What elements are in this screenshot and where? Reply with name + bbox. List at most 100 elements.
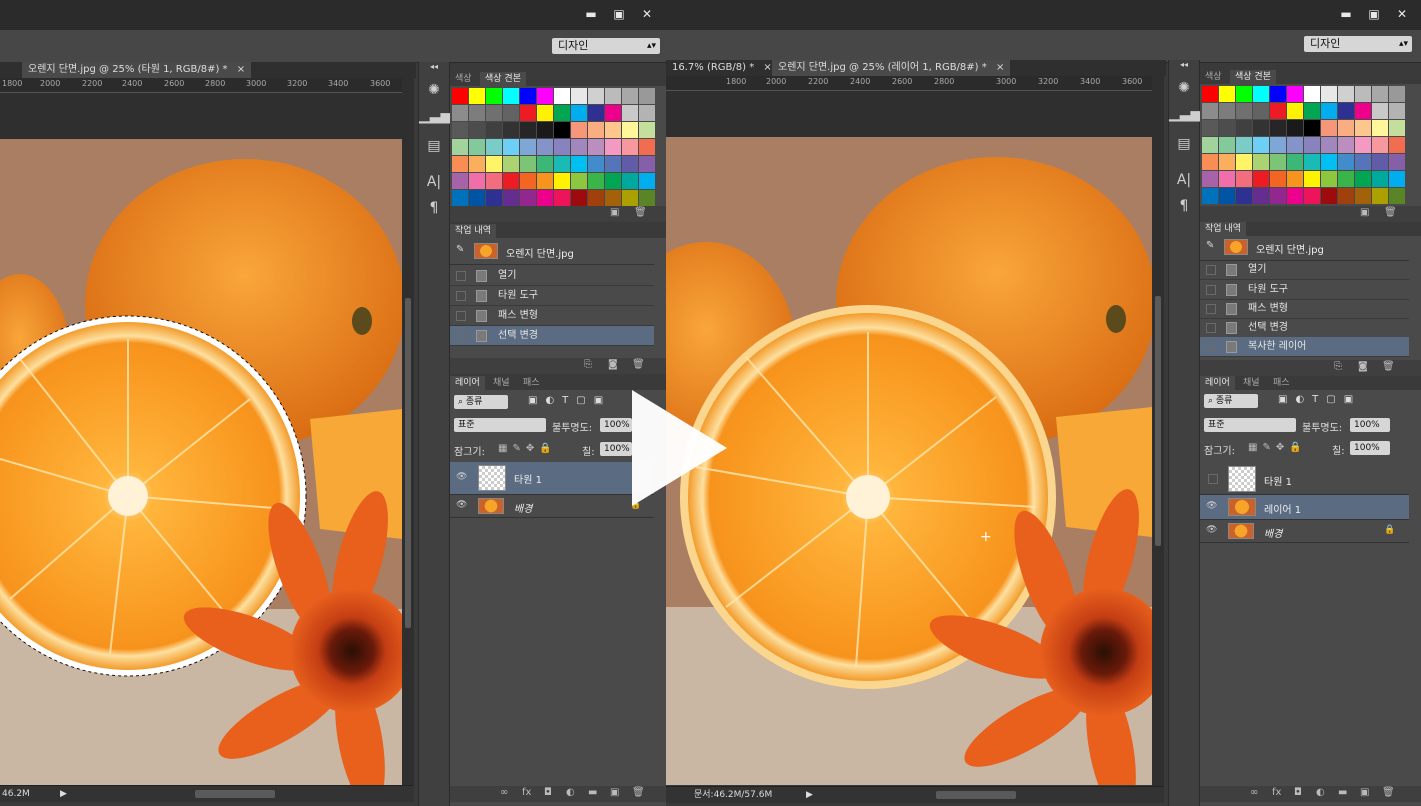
adjust-icon[interactable]: ✺ [419, 82, 449, 98]
color-swatch[interactable] [622, 173, 638, 189]
blend-mode-select[interactable]: 표준 [1204, 418, 1296, 432]
color-swatch[interactable] [469, 190, 485, 206]
history-item-selected[interactable]: 선택 변경 [450, 326, 654, 346]
play-arrow-icon[interactable]: ▶ [806, 787, 813, 803]
color-swatch[interactable] [1202, 103, 1218, 119]
color-swatch[interactable] [1389, 188, 1405, 204]
color-swatch[interactable] [469, 105, 485, 121]
history-snapshot[interactable]: ✎ 오렌지 단면.jpg [450, 240, 654, 265]
close-tab-icon[interactable]: × [763, 62, 771, 73]
color-swatch[interactable] [537, 122, 553, 138]
color-swatch[interactable] [452, 122, 468, 138]
color-swatch[interactable] [469, 173, 485, 189]
tab-history[interactable]: 작업 내역 [450, 224, 496, 238]
color-swatch[interactable] [588, 173, 604, 189]
color-swatch[interactable] [1202, 154, 1218, 170]
color-swatch[interactable] [520, 173, 536, 189]
color-swatch[interactable] [469, 156, 485, 172]
new-layer-icon[interactable]: ▣ [610, 787, 619, 798]
histogram-icon[interactable]: ▁▃▅ [1169, 106, 1201, 122]
tab-swatches[interactable]: 색상 견본 [1230, 70, 1276, 84]
color-swatch[interactable] [588, 122, 604, 138]
color-swatch[interactable] [1389, 120, 1405, 136]
adjustment-icon[interactable]: ◐ [566, 787, 575, 798]
color-swatch[interactable] [622, 122, 638, 138]
vertical-scrollbar[interactable] [402, 78, 414, 786]
layer-row[interactable]: 👁 배경 🔒 [450, 495, 654, 518]
restore-button[interactable]: ▣ [1363, 6, 1385, 22]
color-swatch[interactable] [520, 156, 536, 172]
color-swatch[interactable] [554, 173, 570, 189]
new-swatch-icon[interactable]: ▣ [1360, 207, 1369, 218]
color-swatch[interactable] [1389, 154, 1405, 170]
color-swatch[interactable] [1287, 171, 1303, 187]
color-swatch[interactable] [452, 173, 468, 189]
color-swatch[interactable] [1253, 120, 1269, 136]
color-swatch[interactable] [605, 156, 621, 172]
scroll-thumb[interactable] [1155, 296, 1161, 546]
fill-input[interactable]: 100% [600, 442, 632, 456]
layer-name[interactable]: 배경 [1264, 525, 1282, 540]
color-swatch[interactable] [1355, 86, 1371, 102]
adjustment-icon[interactable]: ◐ [1316, 787, 1325, 798]
scroll-thumb-horizontal[interactable] [936, 791, 1016, 799]
layer-row[interactable]: 👁 배경 🔒 [1200, 520, 1409, 543]
layer-row[interactable]: 👁 타원 1 [450, 462, 654, 495]
color-swatch[interactable] [1372, 86, 1388, 102]
color-swatch[interactable] [1389, 137, 1405, 153]
opacity-input[interactable]: 100% [1350, 418, 1390, 432]
color-swatch[interactable] [1287, 120, 1303, 136]
color-swatch[interactable] [503, 88, 519, 104]
color-swatch[interactable] [605, 139, 621, 155]
color-swatch[interactable] [1355, 171, 1371, 187]
color-swatch[interactable] [622, 156, 638, 172]
color-swatch[interactable] [605, 190, 621, 206]
folder-icon[interactable]: ▬ [1338, 787, 1347, 798]
close-button[interactable]: ✕ [636, 6, 658, 22]
color-swatch[interactable] [1253, 103, 1269, 119]
color-swatch[interactable] [537, 88, 553, 104]
color-swatch[interactable] [1219, 103, 1235, 119]
color-swatch[interactable] [1355, 120, 1371, 136]
expand-icon[interactable]: ◂◂ [419, 62, 449, 71]
color-swatch[interactable] [1304, 120, 1320, 136]
minimize-button[interactable]: ▬ [580, 6, 602, 22]
color-swatch[interactable] [639, 122, 655, 138]
history-item[interactable]: 타원 도구 [450, 286, 654, 306]
new-layer-icon[interactable]: ▣ [1360, 787, 1369, 798]
color-swatch[interactable] [571, 105, 587, 121]
history-item[interactable]: 열기 [450, 266, 654, 286]
color-swatch[interactable] [1219, 188, 1235, 204]
color-swatch[interactable] [1304, 188, 1320, 204]
color-swatch[interactable] [1270, 120, 1286, 136]
tab-color[interactable]: 색상 [1200, 70, 1227, 84]
color-swatch[interactable] [469, 122, 485, 138]
history-item[interactable]: 선택 변경 [1200, 318, 1409, 338]
eye-icon[interactable]: 👁 [456, 500, 467, 510]
color-swatch[interactable] [605, 88, 621, 104]
history-item-selected[interactable]: 복사한 레이어 [1200, 337, 1409, 357]
history-item[interactable]: 패스 변형 [450, 306, 654, 326]
color-swatch[interactable] [537, 190, 553, 206]
character-icon[interactable]: A| [419, 174, 449, 190]
trash-icon[interactable]: 🗑 [1382, 787, 1395, 798]
color-swatch[interactable] [503, 190, 519, 206]
color-swatch[interactable] [520, 105, 536, 121]
color-swatch[interactable] [554, 190, 570, 206]
fill-input[interactable]: 100% [1350, 441, 1390, 455]
tab-history[interactable]: 작업 내역 [1200, 222, 1246, 236]
color-swatch[interactable] [1321, 137, 1337, 153]
history-item[interactable]: 열기 [1200, 260, 1409, 280]
color-swatch[interactable] [537, 156, 553, 172]
color-swatch[interactable] [1270, 137, 1286, 153]
document-tab[interactable]: 오렌지 단면.jpg @ 25% (레이어 1, RGB/8#) * × [772, 60, 1011, 76]
color-swatch[interactable] [1304, 154, 1320, 170]
expand-icon[interactable]: ◂◂ [1169, 60, 1199, 69]
history-snapshot[interactable]: ✎ 오렌지 단면.jpg [1200, 236, 1409, 261]
color-swatch[interactable] [1389, 103, 1405, 119]
color-swatch[interactable] [1389, 86, 1405, 102]
paragraph-icon[interactable]: ¶ [1169, 198, 1199, 214]
color-swatch[interactable] [1219, 120, 1235, 136]
layer-row[interactable]: 👁 레이어 1 [1200, 495, 1409, 520]
close-tab-icon[interactable]: × [237, 64, 245, 75]
